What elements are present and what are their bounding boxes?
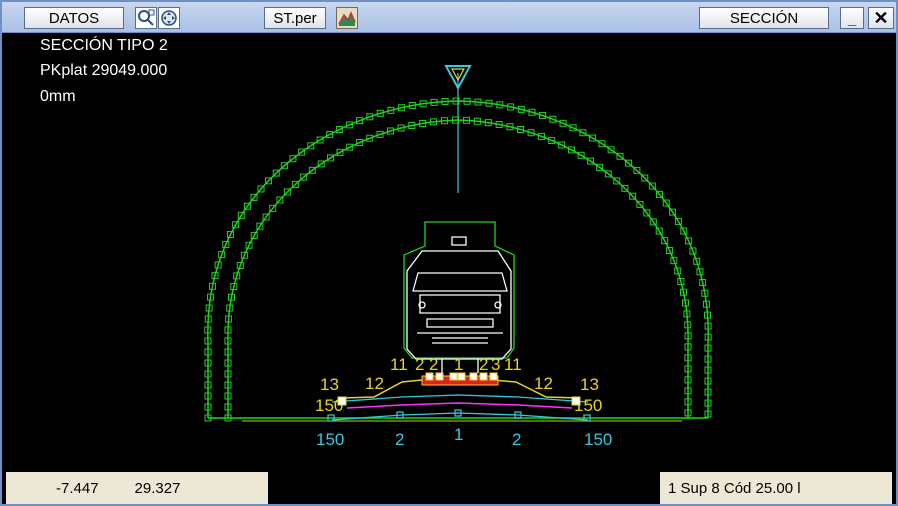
rail-node [435,372,444,381]
tunnel-section-drawing: 11 2 2 1 2 3 11 13 12 12 13 150 150 150 … [204,65,712,449]
status-right-text: 1 Sup 8 Cód 25.00 l [668,479,801,497]
point-label: 2 [512,430,521,449]
close-button[interactable]: ✕ [868,7,894,29]
floor-nodes [327,409,591,422]
train-gauge [403,221,515,373]
minimize-button[interactable]: _ [840,7,864,29]
point-label: 13 [580,375,599,394]
point-label: 13 [320,375,339,394]
section-window: DATOS ST.per SECCIÓN _ ✕ SECCIÓN TIPO 2 … [0,0,898,506]
point-label: 2 [479,355,488,374]
point-label: 2 [395,430,404,449]
rail-nodes [425,372,498,381]
point-label: 12 [365,374,384,393]
seccion-button[interactable]: SECCIÓN [699,7,829,29]
rail-node [425,372,434,381]
x-coordinate: -7.447 [56,479,99,497]
drawing-canvas[interactable]: SECCIÓN TIPO 2 PKplat 29049.000 0mm 11 2… [2,33,896,470]
ballast-line [346,402,573,409]
coordinates-panel: -7.447 29.327 [6,472,268,504]
point-label: 1 [454,355,463,374]
point-label: 2 [429,355,438,374]
y-coordinate: 29.327 [134,479,181,497]
point-label: 12 [534,374,553,393]
profile-chart-icon[interactable] [336,7,358,29]
point-label: 11 [504,355,522,374]
point-label: 2 [415,355,424,374]
rail-node [469,372,478,381]
profile-file-button[interactable]: ST.per [264,7,326,29]
point-label: 150 [584,430,612,449]
rail-node [457,372,466,381]
pan-icon[interactable] [158,7,180,29]
point-label: 1 [454,425,463,444]
status-info-panel: 1 Sup 8 Cód 25.00 l [660,472,892,504]
point-label: 150 [316,430,344,449]
rail-node [479,372,488,381]
toolbar: DATOS ST.per SECCIÓN _ ✕ [2,2,896,33]
zoom-window-icon[interactable] [135,7,157,29]
rail-node [449,372,458,381]
datos-button[interactable]: DATOS [24,7,124,29]
point-label: 11 [390,355,408,374]
rail-node [489,372,498,381]
point-label: 3 [491,355,500,374]
